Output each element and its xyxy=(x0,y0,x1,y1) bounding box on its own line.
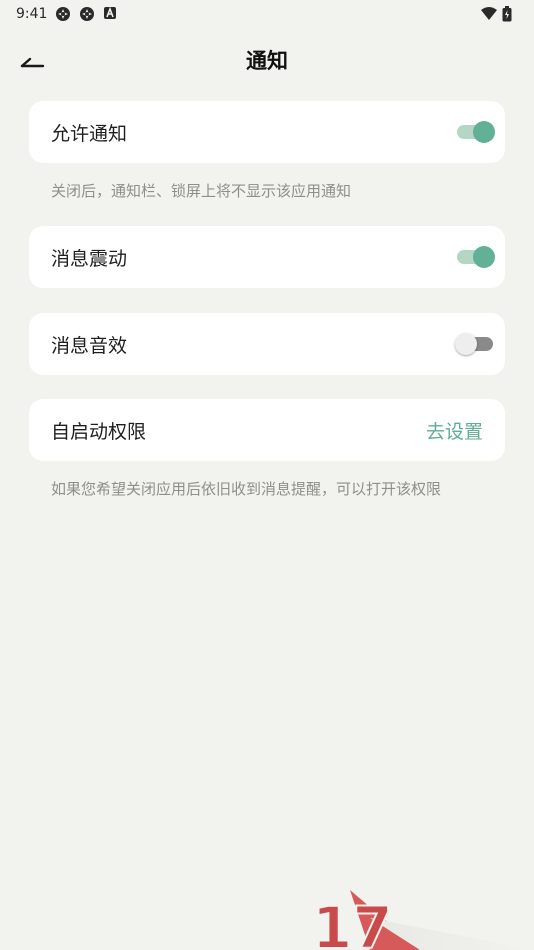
allow-notifications-label: 允许通知 xyxy=(51,122,128,145)
status-time: 9:41 xyxy=(16,6,48,22)
sound-label: 消息音效 xyxy=(51,334,128,357)
vibration-toggle[interactable] xyxy=(455,243,495,271)
watermark-logo: 17 xyxy=(310,888,534,950)
autostart-label: 自启动权限 xyxy=(51,420,147,443)
toggle-knob xyxy=(473,246,495,268)
sound-toggle[interactable] xyxy=(455,330,493,358)
battery-icon xyxy=(502,6,518,22)
status-bar: 9:41 xyxy=(0,0,534,28)
allow-notifications-row: 允许通知 xyxy=(29,101,505,163)
vibration-label: 消息震动 xyxy=(51,247,128,270)
back-button[interactable] xyxy=(16,46,48,74)
app-a-icon xyxy=(103,6,119,22)
page-title: 通知 xyxy=(246,49,288,73)
header: 通知 xyxy=(0,40,534,80)
autostart-hint: 如果您希望关闭应用后依旧收到消息提醒，可以打开该权限 xyxy=(51,480,442,498)
toggle-knob xyxy=(473,121,495,143)
watermark-text: 17 xyxy=(312,894,393,950)
status-right xyxy=(480,6,518,22)
sound-row: 消息音效 xyxy=(29,313,505,375)
vibration-row: 消息震动 xyxy=(29,226,505,288)
status-left: 9:41 xyxy=(16,6,119,22)
autostart-settings-link[interactable]: 去设置 xyxy=(426,417,483,444)
autostart-row: 自启动权限 去设置 xyxy=(29,399,505,461)
settings-icon xyxy=(79,6,95,22)
allow-notifications-toggle[interactable] xyxy=(455,118,495,146)
toggle-knob xyxy=(455,333,477,355)
allow-notifications-hint: 关闭后，通知栏、锁屏上将不显示该应用通知 xyxy=(51,182,352,200)
wifi-icon xyxy=(480,6,497,22)
settings-icon xyxy=(55,6,71,22)
back-arrow-icon xyxy=(19,48,45,72)
